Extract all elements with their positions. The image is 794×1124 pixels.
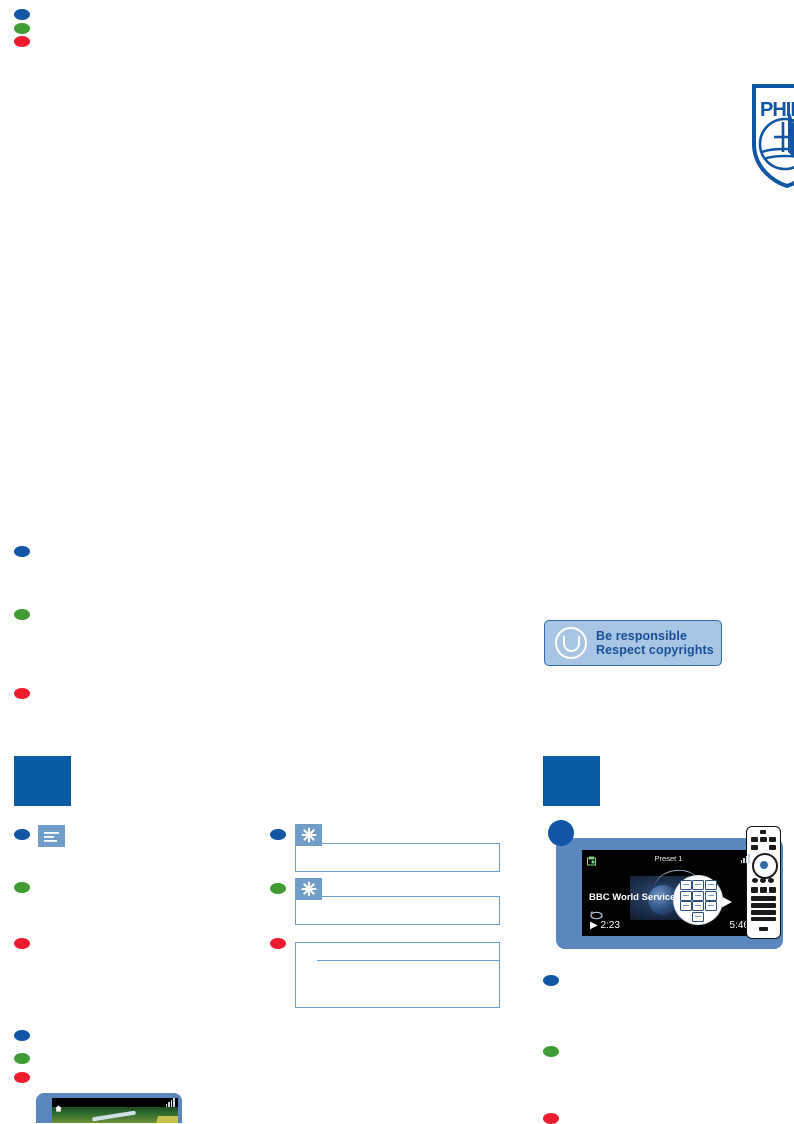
loop-icon: [590, 907, 603, 920]
keypad-key: [692, 880, 704, 891]
elapsed-time-value: 2:23: [600, 920, 620, 931]
signal-bars-icon: [165, 1098, 175, 1107]
keypad-key: [692, 890, 704, 901]
wallpaper-streak: [91, 1110, 137, 1122]
language-bullet-blue: [14, 1030, 30, 1041]
remote-power-button: [760, 830, 766, 834]
language-bullet-green: [543, 1046, 559, 1057]
numeric-keypad: [679, 880, 717, 922]
note-box-2: [295, 896, 500, 925]
remote-button: [751, 910, 776, 915]
note-box-1: [295, 843, 500, 872]
language-bullet-red: [14, 938, 30, 949]
chapter-marker-left: [14, 756, 71, 806]
elapsed-time: ▶ 2:23: [590, 920, 620, 931]
copyright-line-1: Be responsible: [596, 628, 688, 643]
copyright-ring-icon: [555, 627, 587, 659]
remote-brand-label: [759, 927, 768, 931]
note-box-3-divider: [317, 960, 500, 961]
remote-button: [751, 896, 776, 901]
portable-device-screen: [52, 1098, 178, 1123]
language-bullet-green: [14, 609, 30, 620]
wallpaper-corner: [153, 1116, 178, 1123]
remote-button: [751, 837, 758, 842]
remote-button: [769, 837, 776, 842]
language-bullet-blue: [14, 9, 30, 20]
remote-button: [760, 837, 767, 842]
portable-status-bar: [52, 1098, 178, 1112]
copyright-badge-text: Be responsible Respect copyrights: [596, 629, 714, 658]
device-status-bar: Preset 1: [582, 850, 755, 866]
language-bullet-blue: [14, 829, 30, 840]
remote-button: [751, 845, 758, 850]
philips-shield-logo: PHILIPS: [752, 82, 794, 190]
radio-station-icon: [587, 853, 596, 866]
note-box-3-tab: [295, 942, 317, 943]
home-icon: [55, 1099, 62, 1112]
language-bullet-green: [14, 882, 30, 893]
keypad-key: [704, 901, 717, 912]
language-bullet-red: [543, 1113, 559, 1124]
device-screen: Preset 1 BBC World Service New ▶ 2:23 5:…: [582, 850, 755, 936]
language-bullet-blue: [14, 546, 30, 557]
remote-button: [751, 917, 776, 921]
keypad-key: [704, 890, 717, 901]
keypad-key: [704, 880, 717, 891]
preset-label: Preset 1: [654, 853, 683, 863]
keypad-key: [692, 901, 704, 912]
manual-page: PHILIPS Be responsible Respect copyright…: [0, 0, 794, 1124]
language-bullet-red: [14, 36, 30, 47]
copyright-line-2: Respect copyrights: [596, 643, 714, 657]
remote-button: [760, 878, 766, 883]
keypad-magnifier: [674, 876, 722, 924]
remote-button: [769, 845, 776, 850]
language-bullet-blue: [270, 829, 286, 840]
keypad-key: [692, 911, 704, 922]
remote-button: [769, 887, 776, 893]
chapter-marker-right: [543, 756, 600, 806]
remote-button: [751, 903, 776, 908]
remote-button: [752, 878, 758, 883]
portable-device-photo: [36, 1093, 182, 1123]
play-icon: ▶: [590, 920, 598, 931]
remote-control: [746, 826, 781, 939]
language-bullet-blue: [543, 975, 559, 986]
circular-navigation-pad: [752, 853, 778, 879]
signal-bars-icon: [740, 853, 750, 863]
language-bullet-green: [14, 23, 30, 34]
keypad-key: [679, 890, 692, 901]
keypad-key: [679, 880, 692, 891]
nav-center-dot: [760, 861, 768, 869]
keypad-key: [679, 901, 692, 912]
remote-button: [751, 887, 758, 893]
language-bullet-green: [270, 883, 286, 894]
language-bullet-red: [14, 688, 30, 699]
language-bullet-green: [14, 1053, 30, 1064]
language-bullet-red: [14, 1072, 30, 1083]
language-bullet-red: [270, 938, 286, 949]
note-box-3: [295, 942, 500, 1008]
remote-button: [768, 878, 774, 883]
step-1-circle: [548, 820, 574, 846]
copyright-notice-badge: Be responsible Respect copyrights: [544, 620, 722, 666]
text-lines-icon: [38, 825, 65, 847]
remote-button: [760, 887, 767, 893]
